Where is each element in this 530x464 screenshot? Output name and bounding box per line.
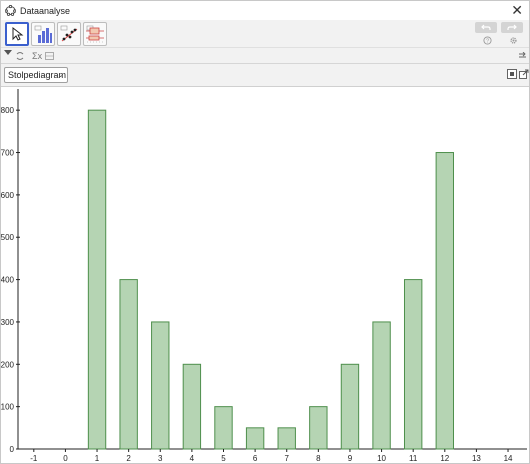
bar-3 (151, 321, 170, 450)
scatter-plot-icon (60, 25, 78, 42)
swap-data-icon[interactable] (15, 51, 25, 61)
gear-icon[interactable] (509, 36, 518, 45)
x-tick-label-1: 1 (95, 454, 100, 463)
y-tick-label-500: 500 (1, 233, 15, 242)
x-tick-label-10: 10 (377, 454, 386, 463)
bar-4 (182, 363, 202, 450)
redo-icon (507, 24, 517, 30)
x-tick-label-3: 3 (158, 454, 163, 463)
fit-view-icon[interactable] (507, 69, 517, 79)
y-tick-label-300: 300 (1, 318, 15, 327)
bar-chart-icon (34, 25, 52, 43)
y-tick-label-700: 700 (1, 149, 15, 158)
x-tick-label-11: 11 (409, 454, 418, 463)
arrow-cursor-icon (12, 26, 24, 41)
close-icon[interactable]: ✕ (511, 2, 523, 18)
x-tick-label-14: 14 (504, 454, 513, 463)
bar-1 (87, 109, 107, 450)
y-tick-label-600: 600 (1, 191, 15, 200)
bar-8 (309, 406, 328, 450)
bar-10 (372, 321, 391, 450)
undo-button[interactable] (475, 22, 497, 33)
statistics-sigma-button[interactable]: Σx (32, 51, 42, 61)
move-tool-button[interactable] (5, 22, 29, 46)
x-tick-label--1: -1 (30, 454, 38, 463)
chart-area[interactable]: -1 0 1 2 3 4 5 6 7 8 9 10 11 12 13 14 0 100 200 300 400 500 60… (1, 87, 529, 463)
redo-button[interactable] (501, 22, 523, 33)
window-title: Dataanalyse (20, 5, 71, 16)
x-tick-label-12: 12 (440, 454, 449, 463)
x-tick-label-2: 2 (126, 454, 131, 463)
y-tick-label-400: 400 (1, 276, 15, 285)
bar-5 (214, 406, 233, 450)
y-tick-label-0: 0 (10, 445, 15, 454)
svg-text:?: ? (486, 39, 489, 45)
table-icon[interactable] (45, 52, 54, 60)
bar-11 (403, 279, 423, 450)
x-tick-label-0: 0 (63, 454, 68, 463)
bar-2 (119, 279, 138, 450)
app-icon (5, 5, 16, 16)
bar-9 (340, 363, 360, 450)
x-tick-label-9: 9 (348, 454, 353, 463)
bar-7 (277, 427, 296, 450)
bar-chart: -1 0 1 2 3 4 5 6 7 8 9 10 11 12 13 14010020030040050060… (1, 89, 527, 463)
help-icon[interactable]: ? (483, 36, 492, 45)
title-bar: Dataanalyse ✕ (1, 1, 529, 20)
boxplot-tool-button[interactable] (83, 22, 107, 46)
export-icon[interactable] (519, 69, 529, 79)
chevron-down-icon: ⌄ (57, 70, 64, 79)
bar-6 (245, 427, 265, 450)
secondary-toolbar: Σx (1, 48, 529, 64)
x-tick-label-6: 6 (253, 454, 258, 463)
x-tick-label-8: 8 (316, 454, 321, 463)
undo-icon (481, 24, 491, 30)
y-tick-label-200: 200 (1, 360, 15, 369)
x-tick-label-7: 7 (285, 454, 290, 463)
boxplot-icon (86, 25, 104, 43)
scatter-tool-button[interactable] (57, 22, 81, 46)
collapse-triangle-icon[interactable] (4, 50, 12, 56)
chart-type-select[interactable]: Stolpediagram ⌄ (4, 67, 68, 83)
x-tick-label-4: 4 (190, 454, 195, 463)
main-toolbar: ? (1, 20, 529, 48)
view-bar: Stolpediagram ⌄ (1, 64, 529, 87)
bar-12 (435, 152, 454, 450)
y-tick-label-800: 800 (1, 106, 15, 115)
histogram-tool-button[interactable] (31, 22, 55, 46)
y-tick-label-100: 100 (1, 403, 15, 412)
x-tick-label-5: 5 (221, 454, 226, 463)
data-analysis-window: Dataanalyse ✕ ? Σx Stolpediagram ⌄ -1 0 … (0, 0, 530, 464)
panel-toggle-icon[interactable] (519, 52, 527, 59)
x-tick-label-13: 13 (472, 454, 481, 463)
